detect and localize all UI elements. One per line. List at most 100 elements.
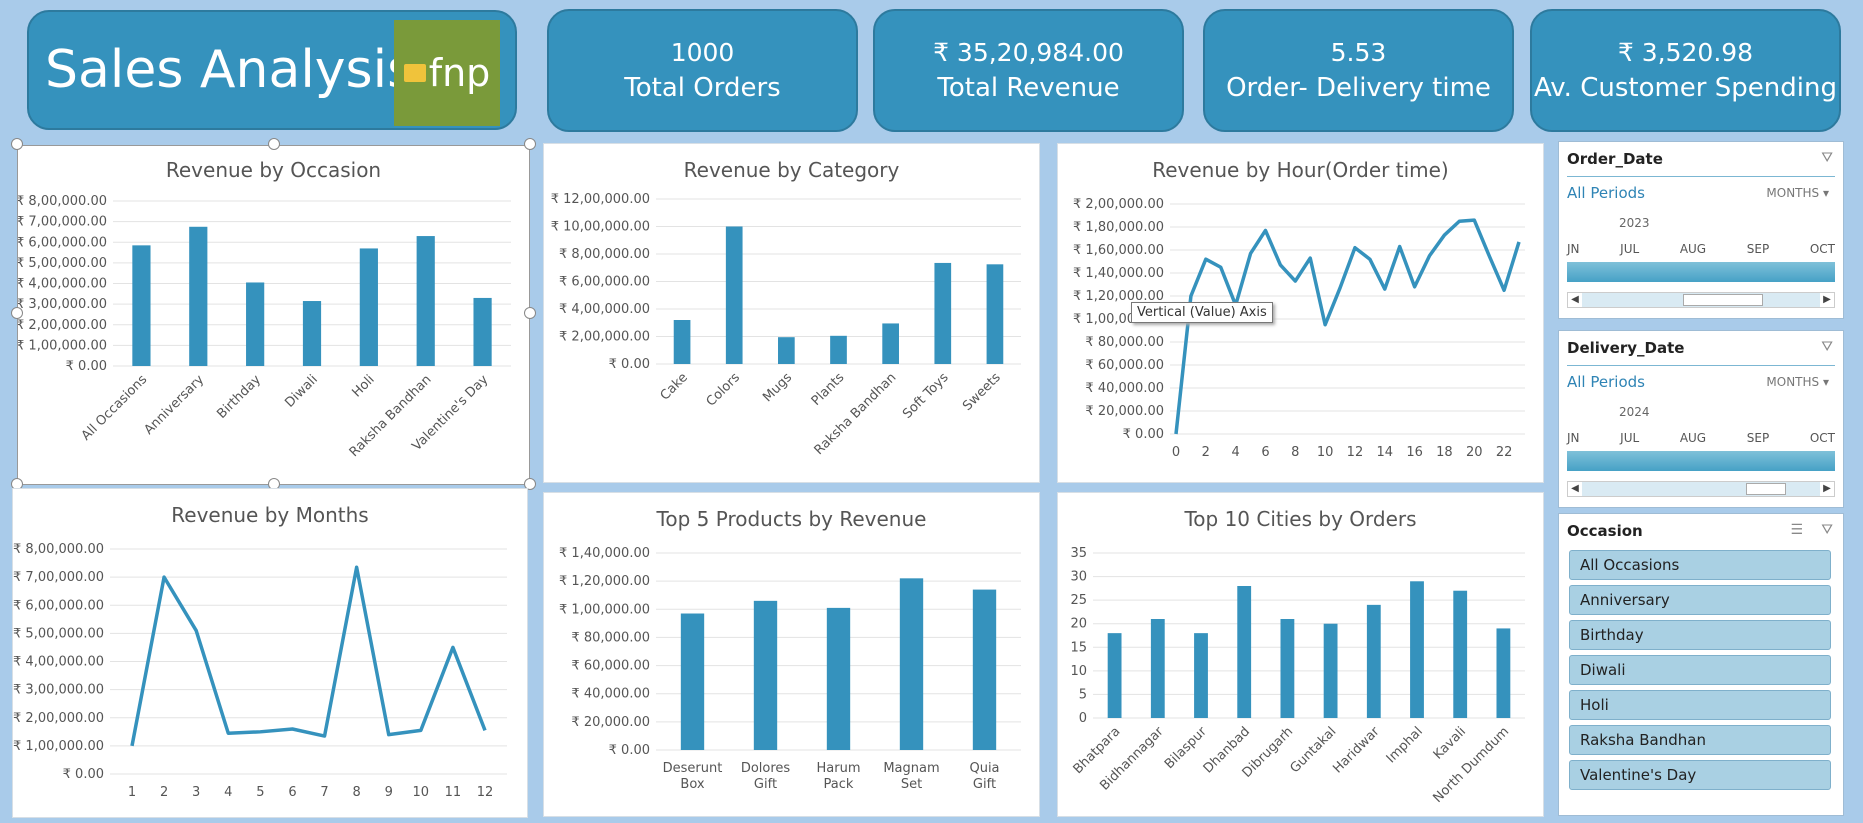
timeline-bar[interactable]: [1567, 262, 1835, 282]
kpi-label: Total Orders: [624, 72, 781, 103]
slicer-title: Order_Date: [1567, 150, 1663, 168]
bar: [189, 226, 208, 366]
gift-icon: [403, 64, 426, 82]
y-tick-label: ₹ 0.00: [63, 767, 104, 782]
bar: [753, 600, 778, 750]
scroll-thumb[interactable]: [1746, 483, 1786, 495]
kpi-total-revenue[interactable]: ₹ 35,20,984.00 Total Revenue: [873, 9, 1184, 132]
timeline-scrollbar[interactable]: ◀ ▶: [1567, 292, 1835, 308]
resize-handle[interactable]: [524, 138, 536, 150]
slicer-title: Delivery_Date: [1567, 339, 1685, 357]
y-tick-label: 0: [1079, 711, 1087, 726]
chart-revenue-by-occasion[interactable]: Revenue by Occasion ₹ 0.00 ₹ 1,00,000.00 ₹…: [17, 145, 530, 485]
slicer-delivery-date[interactable]: Delivery_Date ⛛ All Periods MONTHS ▾ 202…: [1558, 330, 1844, 508]
y-tick-label: ₹ 60,000.00: [1085, 358, 1164, 373]
bar: [826, 607, 851, 750]
scroll-right-icon[interactable]: ▶: [1820, 293, 1834, 307]
x-tick-label: 2: [1202, 445, 1210, 460]
time-level-dropdown[interactable]: MONTHS ▾: [1766, 186, 1829, 200]
y-tick-label: ₹ 1,40,000.00: [559, 546, 650, 561]
slicer-item[interactable]: Diwali: [1569, 655, 1831, 685]
clear-filter-icon[interactable]: ⛛: [1821, 339, 1833, 355]
kpi-total-orders[interactable]: 1000 Total Orders: [547, 9, 858, 132]
month-label[interactable]: SEP: [1747, 242, 1769, 256]
y-tick-label: ₹ 1,00,000.00: [13, 739, 104, 754]
bar: [1323, 623, 1338, 718]
x-tick-label: Birthday: [214, 372, 264, 422]
month-label[interactable]: JUL: [1620, 431, 1639, 445]
bar: [680, 613, 705, 750]
bar: [1453, 590, 1468, 718]
resize-handle[interactable]: [524, 307, 536, 319]
kpi-value: ₹ 3,520.98: [1617, 37, 1754, 67]
slicer-item[interactable]: Birthday: [1569, 620, 1831, 650]
x-tick-label: Anniversary: [141, 372, 207, 438]
slicer-item[interactable]: Valentine's Day: [1569, 760, 1831, 790]
month-label[interactable]: JUL: [1620, 242, 1639, 256]
kpi-delivery-time[interactable]: 5.53 Order- Delivery time: [1203, 9, 1514, 132]
y-tick-label: ₹ 20,000.00: [1085, 404, 1164, 419]
slicer-item[interactable]: Anniversary: [1569, 585, 1831, 615]
y-tick-label: 5: [1079, 687, 1087, 702]
timeline-bar[interactable]: [1567, 451, 1835, 471]
clear-filter-icon[interactable]: ⛛: [1821, 150, 1833, 166]
clear-filter-icon[interactable]: ⛛: [1821, 522, 1833, 538]
kpi-label: Order- Delivery time: [1226, 72, 1491, 103]
scroll-right-icon[interactable]: ▶: [1820, 482, 1834, 496]
y-tick-label: ₹ 20,000.00: [571, 715, 650, 730]
slicer-occasion[interactable]: Occasion ☰ ⛛ All Occasions Anniversary B…: [1558, 513, 1844, 816]
x-tick-label: Holi: [349, 372, 377, 400]
chart-svg: ₹ 0.00 ₹ 2,00,000.00 ₹ 4,00,000.00 ₹ 6,00,0…: [551, 192, 1021, 458]
slicer-title: Occasion: [1567, 522, 1643, 540]
month-label[interactable]: JN: [1567, 431, 1580, 445]
bar: [830, 335, 847, 364]
slicer-item[interactable]: All Occasions: [1569, 550, 1831, 580]
x-tick-label: Imphal: [1384, 724, 1426, 766]
month-label[interactable]: SEP: [1747, 431, 1769, 445]
x-tick-label: North Dumdum: [1431, 724, 1513, 806]
x-tick-label: 7: [320, 785, 328, 800]
bar: [899, 578, 924, 750]
kpi-customer-spending[interactable]: ₹ 3,520.98 Av. Customer Spending: [1530, 9, 1841, 132]
all-periods-label: All Periods: [1567, 184, 1645, 202]
time-level-dropdown[interactable]: MONTHS ▾: [1766, 375, 1829, 389]
x-tick-label: 3: [192, 785, 200, 800]
y-tick-label: ₹ 7,00,000.00: [13, 570, 104, 585]
slicer-item[interactable]: Raksha Bandhan: [1569, 725, 1831, 755]
multi-select-icon[interactable]: ☰: [1790, 522, 1803, 538]
bar: [725, 226, 743, 364]
month-label[interactable]: JN: [1567, 242, 1580, 256]
month-label[interactable]: OCT: [1810, 431, 1835, 445]
resize-handle[interactable]: [11, 307, 23, 319]
scroll-thumb[interactable]: [1683, 294, 1763, 306]
chart-top-cities[interactable]: Top 10 Cities by Orders 0 5 10 15 20 25 30 35 Bh…: [1057, 492, 1544, 817]
slicer-item[interactable]: Holi: [1569, 690, 1831, 720]
month-label[interactable]: AUG: [1680, 431, 1706, 445]
y-tick-label: ₹ 60,000.00: [571, 659, 650, 674]
timeline-scrollbar[interactable]: ◀ ▶: [1567, 481, 1835, 497]
y-tick-label: ₹ 1,00,000.00: [559, 602, 650, 617]
x-tick-label: 18: [1436, 445, 1453, 460]
kpi-label: Total Revenue: [937, 72, 1120, 103]
chart-revenue-by-months[interactable]: Revenue by Months ₹ 0.00 ₹ 1,00,000.00 ₹ 2…: [12, 488, 528, 818]
scroll-left-icon[interactable]: ◀: [1568, 293, 1582, 307]
x-tick-label: 9: [385, 785, 393, 800]
bar: [778, 337, 795, 364]
resize-handle[interactable]: [11, 138, 23, 150]
chart-top-products[interactable]: Top 5 Products by Revenue ₹ 0.00 ₹ 20,000…: [543, 492, 1040, 817]
bar: [302, 301, 322, 366]
resize-handle[interactable]: [268, 138, 280, 150]
bar: [673, 320, 691, 364]
page-title: Sales Analysis: [45, 40, 415, 100]
month-label[interactable]: AUG: [1680, 242, 1706, 256]
scroll-left-icon[interactable]: ◀: [1568, 482, 1582, 496]
bar: [986, 264, 1004, 364]
month-label[interactable]: OCT: [1810, 242, 1835, 256]
y-tick-label: ₹ 2,00,000.00: [1073, 197, 1164, 212]
bar: [1496, 628, 1511, 718]
time-level-label: MONTHS: [1766, 186, 1820, 200]
x-tick-label: Kavali: [1431, 724, 1469, 762]
y-tick-label: ₹ 8,00,000.00: [18, 194, 107, 209]
slicer-order-date[interactable]: Order_Date ⛛ All Periods MONTHS ▾ 2023 J…: [1558, 141, 1844, 319]
chart-revenue-by-category[interactable]: Revenue by Category ₹ 0.00 ₹ 2,00,000.00 ₹…: [543, 143, 1040, 483]
